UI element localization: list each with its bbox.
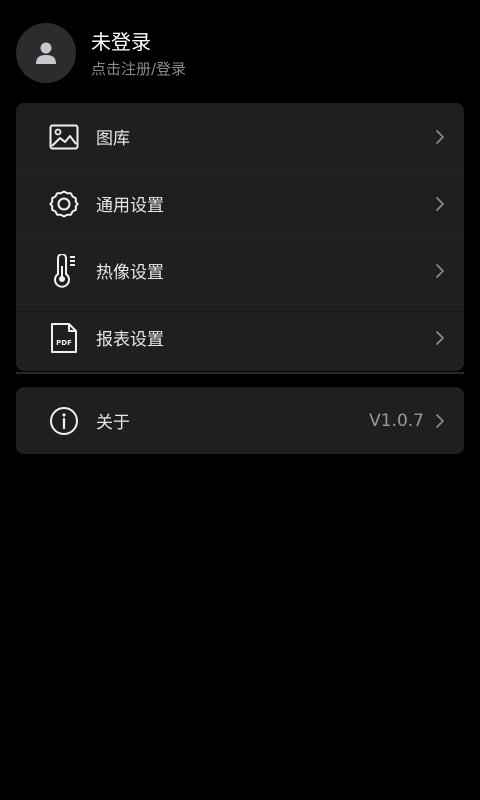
menu-item-thermal-settings[interactable]: 热像设置: [16, 237, 464, 304]
pdf-badge-text: PDF: [56, 339, 72, 347]
register-login-link[interactable]: 点击注册/登录: [91, 59, 186, 79]
login-status-title: 未登录: [91, 29, 151, 54]
settings-menu-card: 图库 通用设置 热像设置 PDF 报表设置: [16, 103, 464, 371]
profile-header[interactable]: 未登录 点击注册/登录: [16, 23, 464, 83]
user-icon: [36, 42, 56, 64]
chevron-right-icon: [436, 413, 444, 428]
image-icon: [48, 121, 80, 153]
menu-item-label: 热像设置: [96, 263, 164, 283]
chevron-right-icon: [436, 196, 444, 211]
gear-icon: [48, 188, 80, 220]
chevron-right-icon: [436, 263, 444, 278]
chevron-right-icon: [436, 129, 444, 144]
menu-item-about[interactable]: 关于 V1.0.7: [16, 387, 464, 454]
menu-item-general-settings[interactable]: 通用设置: [16, 170, 464, 237]
menu-item-label: 报表设置: [96, 330, 164, 350]
info-icon: [48, 405, 80, 437]
app-version: V1.0.7: [369, 410, 424, 431]
menu-item-report-settings[interactable]: PDF 报表设置: [16, 304, 464, 371]
thermometer-icon: [48, 253, 80, 288]
section-divider: [16, 372, 464, 374]
menu-item-label: 图库: [96, 129, 130, 149]
about-card: 关于 V1.0.7: [16, 387, 464, 454]
chevron-right-icon: [436, 330, 444, 345]
avatar[interactable]: [16, 23, 76, 83]
menu-item-label: 通用设置: [96, 196, 164, 216]
pdf-icon: PDF: [48, 322, 80, 354]
menu-item-gallery[interactable]: 图库: [16, 103, 464, 170]
about-label: 关于: [96, 413, 130, 433]
